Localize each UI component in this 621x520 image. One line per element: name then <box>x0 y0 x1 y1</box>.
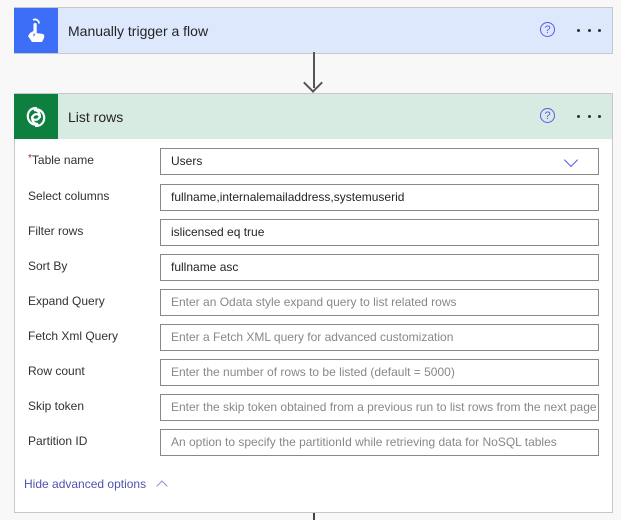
expand-query-input[interactable]: Enter an Odata style expand query to lis… <box>160 289 599 316</box>
partition-id-input[interactable]: An option to specify the partitionId whi… <box>160 429 599 456</box>
list-rows-card-header[interactable]: List rows ? <box>14 94 612 139</box>
row-count-input[interactable]: Enter the number of rows to be listed (d… <box>160 359 599 386</box>
field-label: Expand Query <box>28 294 105 308</box>
field-table-name: *Table name Users <box>15 148 612 176</box>
field-label: Filter rows <box>28 224 84 238</box>
field-label: *Table name <box>28 153 94 167</box>
field-label: Skip token <box>28 399 85 413</box>
dataverse-icon <box>14 94 58 139</box>
trigger-card-header[interactable]: Manually trigger a flow ? <box>14 8 612 53</box>
skip-token-input[interactable]: Enter the skip token obtained from a pre… <box>160 394 599 421</box>
chevron-down-icon[interactable] <box>563 152 579 168</box>
trigger-card[interactable]: Manually trigger a flow ? <box>14 7 613 54</box>
field-label: Select columns <box>28 189 110 203</box>
field-partition-id: Partition ID An option to specify the pa… <box>15 429 612 457</box>
sort-by-input[interactable]: fullname asc <box>160 254 599 281</box>
list-rows-card-title: List rows <box>68 108 124 125</box>
help-icon[interactable]: ? <box>540 108 555 123</box>
field-label: Fetch Xml Query <box>28 329 119 343</box>
list-rows-card: List rows ? *Table name Users Select col… <box>14 93 613 513</box>
field-label: Sort By <box>28 259 68 273</box>
field-sort-by: Sort By fullname asc <box>15 254 612 282</box>
field-expand-query: Expand Query Enter an Odata style expand… <box>15 289 612 317</box>
table-name-dropdown[interactable]: Users <box>160 148 599 175</box>
field-row-count: Row count Enter the number of rows to be… <box>15 359 612 387</box>
trigger-card-title: Manually trigger a flow <box>68 22 209 39</box>
field-skip-token: Skip token Enter the skip token obtained… <box>15 394 612 422</box>
more-options-icon[interactable] <box>577 107 601 125</box>
field-filter-rows: Filter rows islicensed eq true <box>15 219 612 247</box>
touch-hand-icon <box>14 8 58 53</box>
arrow-down-icon <box>303 73 323 93</box>
select-columns-input[interactable]: fullname,internalemailaddress,systemuser… <box>160 184 599 211</box>
field-select-columns: Select columns fullname,internalemailadd… <box>15 184 612 212</box>
field-label: Partition ID <box>28 434 88 448</box>
more-options-icon[interactable] <box>577 21 601 39</box>
filter-rows-input[interactable]: islicensed eq true <box>160 219 599 246</box>
fetch-xml-query-input[interactable]: Enter a Fetch XML query for advanced cus… <box>160 324 599 351</box>
flow-connector <box>313 513 315 520</box>
hide-advanced-options-link[interactable]: Hide advanced options <box>24 477 168 492</box>
chevron-up-icon <box>156 480 168 492</box>
help-icon[interactable]: ? <box>540 22 555 37</box>
field-fetch-xml-query: Fetch Xml Query Enter a Fetch XML query … <box>15 324 612 352</box>
advanced-toggle-label: Hide advanced options <box>24 477 147 491</box>
dropdown-value: Users <box>171 154 203 168</box>
field-label: Row count <box>28 364 85 378</box>
